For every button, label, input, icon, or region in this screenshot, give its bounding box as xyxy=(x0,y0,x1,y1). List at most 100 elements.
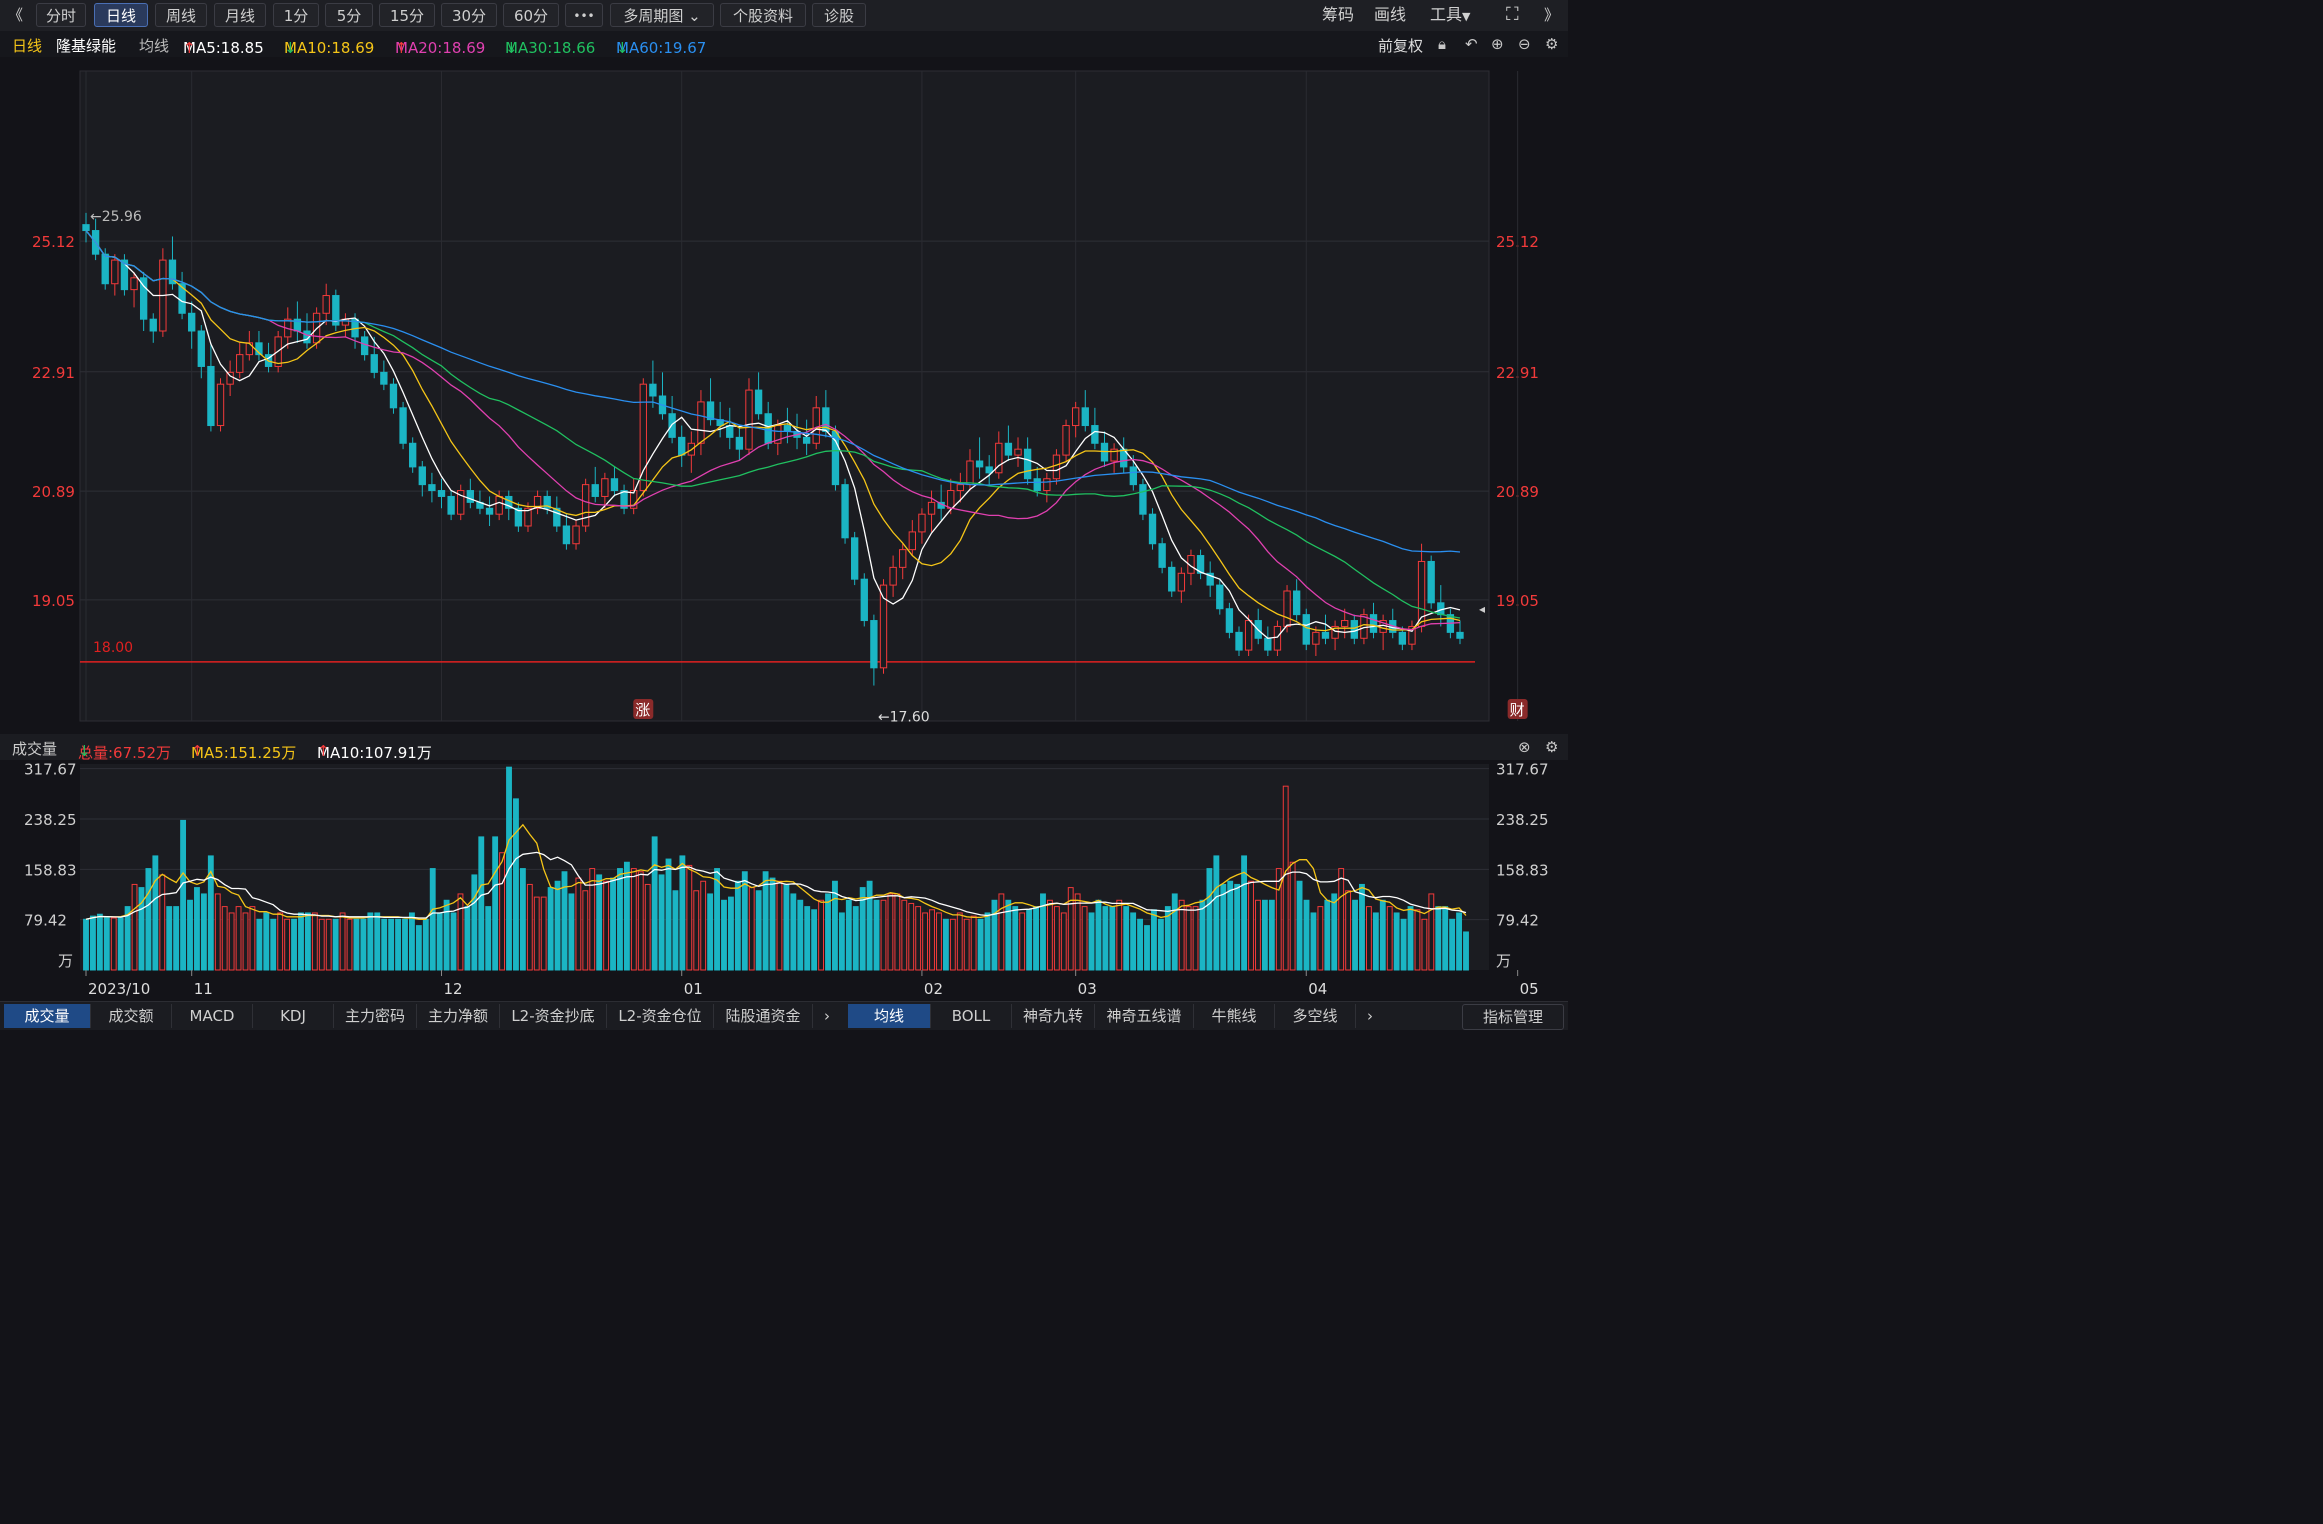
volume-bar xyxy=(1456,912,1462,971)
candle-body xyxy=(130,277,138,291)
candle-body xyxy=(649,383,657,397)
volume-chart[interactable]: 317.67 317.67 238.25 238.25 158.83 158.83 79.4… xyxy=(0,760,1568,1001)
volume-bar xyxy=(533,896,540,971)
volume-bar xyxy=(554,880,561,971)
volume-bar xyxy=(492,836,499,971)
tools-button[interactable]: 工具▼ xyxy=(1430,3,1470,27)
zoom-out-icon[interactable]: ⊖ xyxy=(1518,35,1531,53)
tab-kdj[interactable]: KDJ xyxy=(253,1004,334,1028)
candle-body xyxy=(918,513,926,533)
volume-bar xyxy=(693,890,700,971)
period-tab-weekly[interactable]: 周线 xyxy=(155,3,207,27)
fullscreen-icon[interactable]: ⛶ xyxy=(1506,3,1519,27)
tab-l2-bottom[interactable]: L2-资金抄底 xyxy=(500,1004,607,1028)
chips-button[interactable]: 筹码 xyxy=(1322,3,1354,27)
tab-boll[interactable]: BOLL xyxy=(931,1004,1012,1028)
tab-ma[interactable]: 均线 xyxy=(848,1004,931,1028)
stock-profile-button[interactable]: 个股资料 xyxy=(720,3,806,27)
tab-l2-position[interactable]: L2-资金仓位 xyxy=(607,1004,714,1028)
tab-bull-bear[interactable]: 牛熊线 xyxy=(1194,1004,1275,1028)
tab-long-short[interactable]: 多空线 xyxy=(1275,1004,1356,1028)
volume-bar xyxy=(936,912,942,971)
volume-bar xyxy=(1428,893,1435,971)
draw-button[interactable]: 画线 xyxy=(1374,3,1406,27)
volume-bar xyxy=(568,893,575,971)
volume-bar xyxy=(825,893,831,971)
tab-main-code[interactable]: 主力密码 xyxy=(334,1004,417,1028)
volume-bar xyxy=(630,868,637,971)
candlestick-chart[interactable]: 25.12 25.1222.91 22.9120.89 20.8919.05 19.05… xyxy=(0,57,1568,734)
volume-bar xyxy=(249,906,256,971)
volume-bar xyxy=(929,909,935,971)
period-tab-fenshi[interactable]: 分时 xyxy=(36,3,86,27)
period-tab-5min[interactable]: 5分 xyxy=(325,3,373,27)
x-axis-label: 05 xyxy=(1520,980,1539,998)
tab-macd[interactable]: MACD xyxy=(172,1004,253,1028)
adjust-toggle[interactable]: 前复权 xyxy=(1378,35,1423,56)
gear-icon[interactable]: ⚙ xyxy=(1545,35,1558,53)
ma-info-bar: 日线 隆基绿能 均线 MA5:18.85 ↑ MA10:18.69 ↓ MA20:1… xyxy=(0,31,1568,57)
volume-bar xyxy=(658,874,665,971)
volume-bar xyxy=(339,912,346,971)
volume-bar xyxy=(977,918,984,971)
candle-body xyxy=(927,501,936,515)
volume-bar xyxy=(242,912,249,971)
tabs-scroll-right[interactable]: › xyxy=(813,1004,841,1028)
volume-bar xyxy=(1053,906,1060,971)
period-tab-30min[interactable]: 30分 xyxy=(441,3,497,27)
volume-bar xyxy=(852,906,859,971)
x-axis-label: 11 xyxy=(194,980,213,998)
tab-magic-nine[interactable]: 神奇九转 xyxy=(1012,1004,1095,1028)
volume-tick-right: 79.42 xyxy=(1496,912,1539,930)
volume-bar xyxy=(963,918,970,971)
volume-bar xyxy=(90,915,96,971)
candle-body xyxy=(745,389,753,450)
multi-period-dropdown[interactable]: 多周期图 ⌄ xyxy=(610,3,714,27)
volume-bar xyxy=(1095,899,1102,971)
candle-body xyxy=(409,442,417,468)
back-button[interactable]: 《 xyxy=(8,3,23,27)
volume-bar xyxy=(1372,912,1379,971)
undo-icon[interactable]: ↶ xyxy=(1465,35,1478,53)
period-tab-60min[interactable]: 60分 xyxy=(503,3,559,27)
tab-magic-five[interactable]: 神奇五线谱 xyxy=(1095,1004,1194,1028)
period-tab-daily[interactable]: 日线 xyxy=(94,3,148,27)
volume-bar xyxy=(173,906,180,971)
volume-bar xyxy=(103,916,110,971)
close-icon[interactable]: ⊗ xyxy=(1518,738,1531,756)
candle-body xyxy=(428,484,436,492)
tab-hk-connect[interactable]: 陆股通资金 xyxy=(714,1004,813,1028)
candle-body xyxy=(399,407,407,444)
zoom-in-icon[interactable]: ⊕ xyxy=(1491,35,1504,53)
tab-main-net[interactable]: 主力净额 xyxy=(417,1004,500,1028)
volume-bar xyxy=(221,906,228,971)
candle-body xyxy=(1168,566,1176,592)
tabs2-scroll-right[interactable]: › xyxy=(1356,1004,1384,1028)
arrow-up-icon: ↑ xyxy=(317,742,330,760)
volume-bar xyxy=(651,836,658,971)
period-tab-monthly[interactable]: 月线 xyxy=(214,3,266,27)
volume-bar xyxy=(880,899,887,971)
candle-body xyxy=(370,354,378,373)
volume-tick-left: 158.83 xyxy=(24,861,77,879)
volume-bar xyxy=(1199,899,1206,971)
more-periods-button[interactable]: ••• xyxy=(565,3,603,27)
period-tab-1min[interactable]: 1分 xyxy=(273,3,319,27)
ma60-text: MA60:19.67 xyxy=(616,39,707,57)
gear-icon[interactable]: ⚙ xyxy=(1545,738,1558,756)
collapse-button[interactable]: 》 xyxy=(1544,3,1559,27)
volume-bar xyxy=(1109,906,1116,971)
volume-bar xyxy=(644,883,651,971)
volume-bar xyxy=(1012,906,1019,971)
caret-down-icon: ▼ xyxy=(1462,10,1471,23)
indicator-manage-button[interactable]: 指标管理 xyxy=(1462,1004,1564,1030)
diagnose-button[interactable]: 诊股 xyxy=(812,3,866,27)
volume-bar xyxy=(1331,893,1338,971)
volume-bar xyxy=(1130,912,1137,971)
tab-volume[interactable]: 成交量 xyxy=(4,1004,91,1028)
candle-body xyxy=(495,495,503,515)
tab-turnover[interactable]: 成交额 xyxy=(91,1004,172,1028)
period-tab-15min[interactable]: 15分 xyxy=(379,3,435,27)
volume-bar xyxy=(1033,906,1039,971)
lock-icon[interactable]: 🔒︎ xyxy=(1438,35,1446,53)
